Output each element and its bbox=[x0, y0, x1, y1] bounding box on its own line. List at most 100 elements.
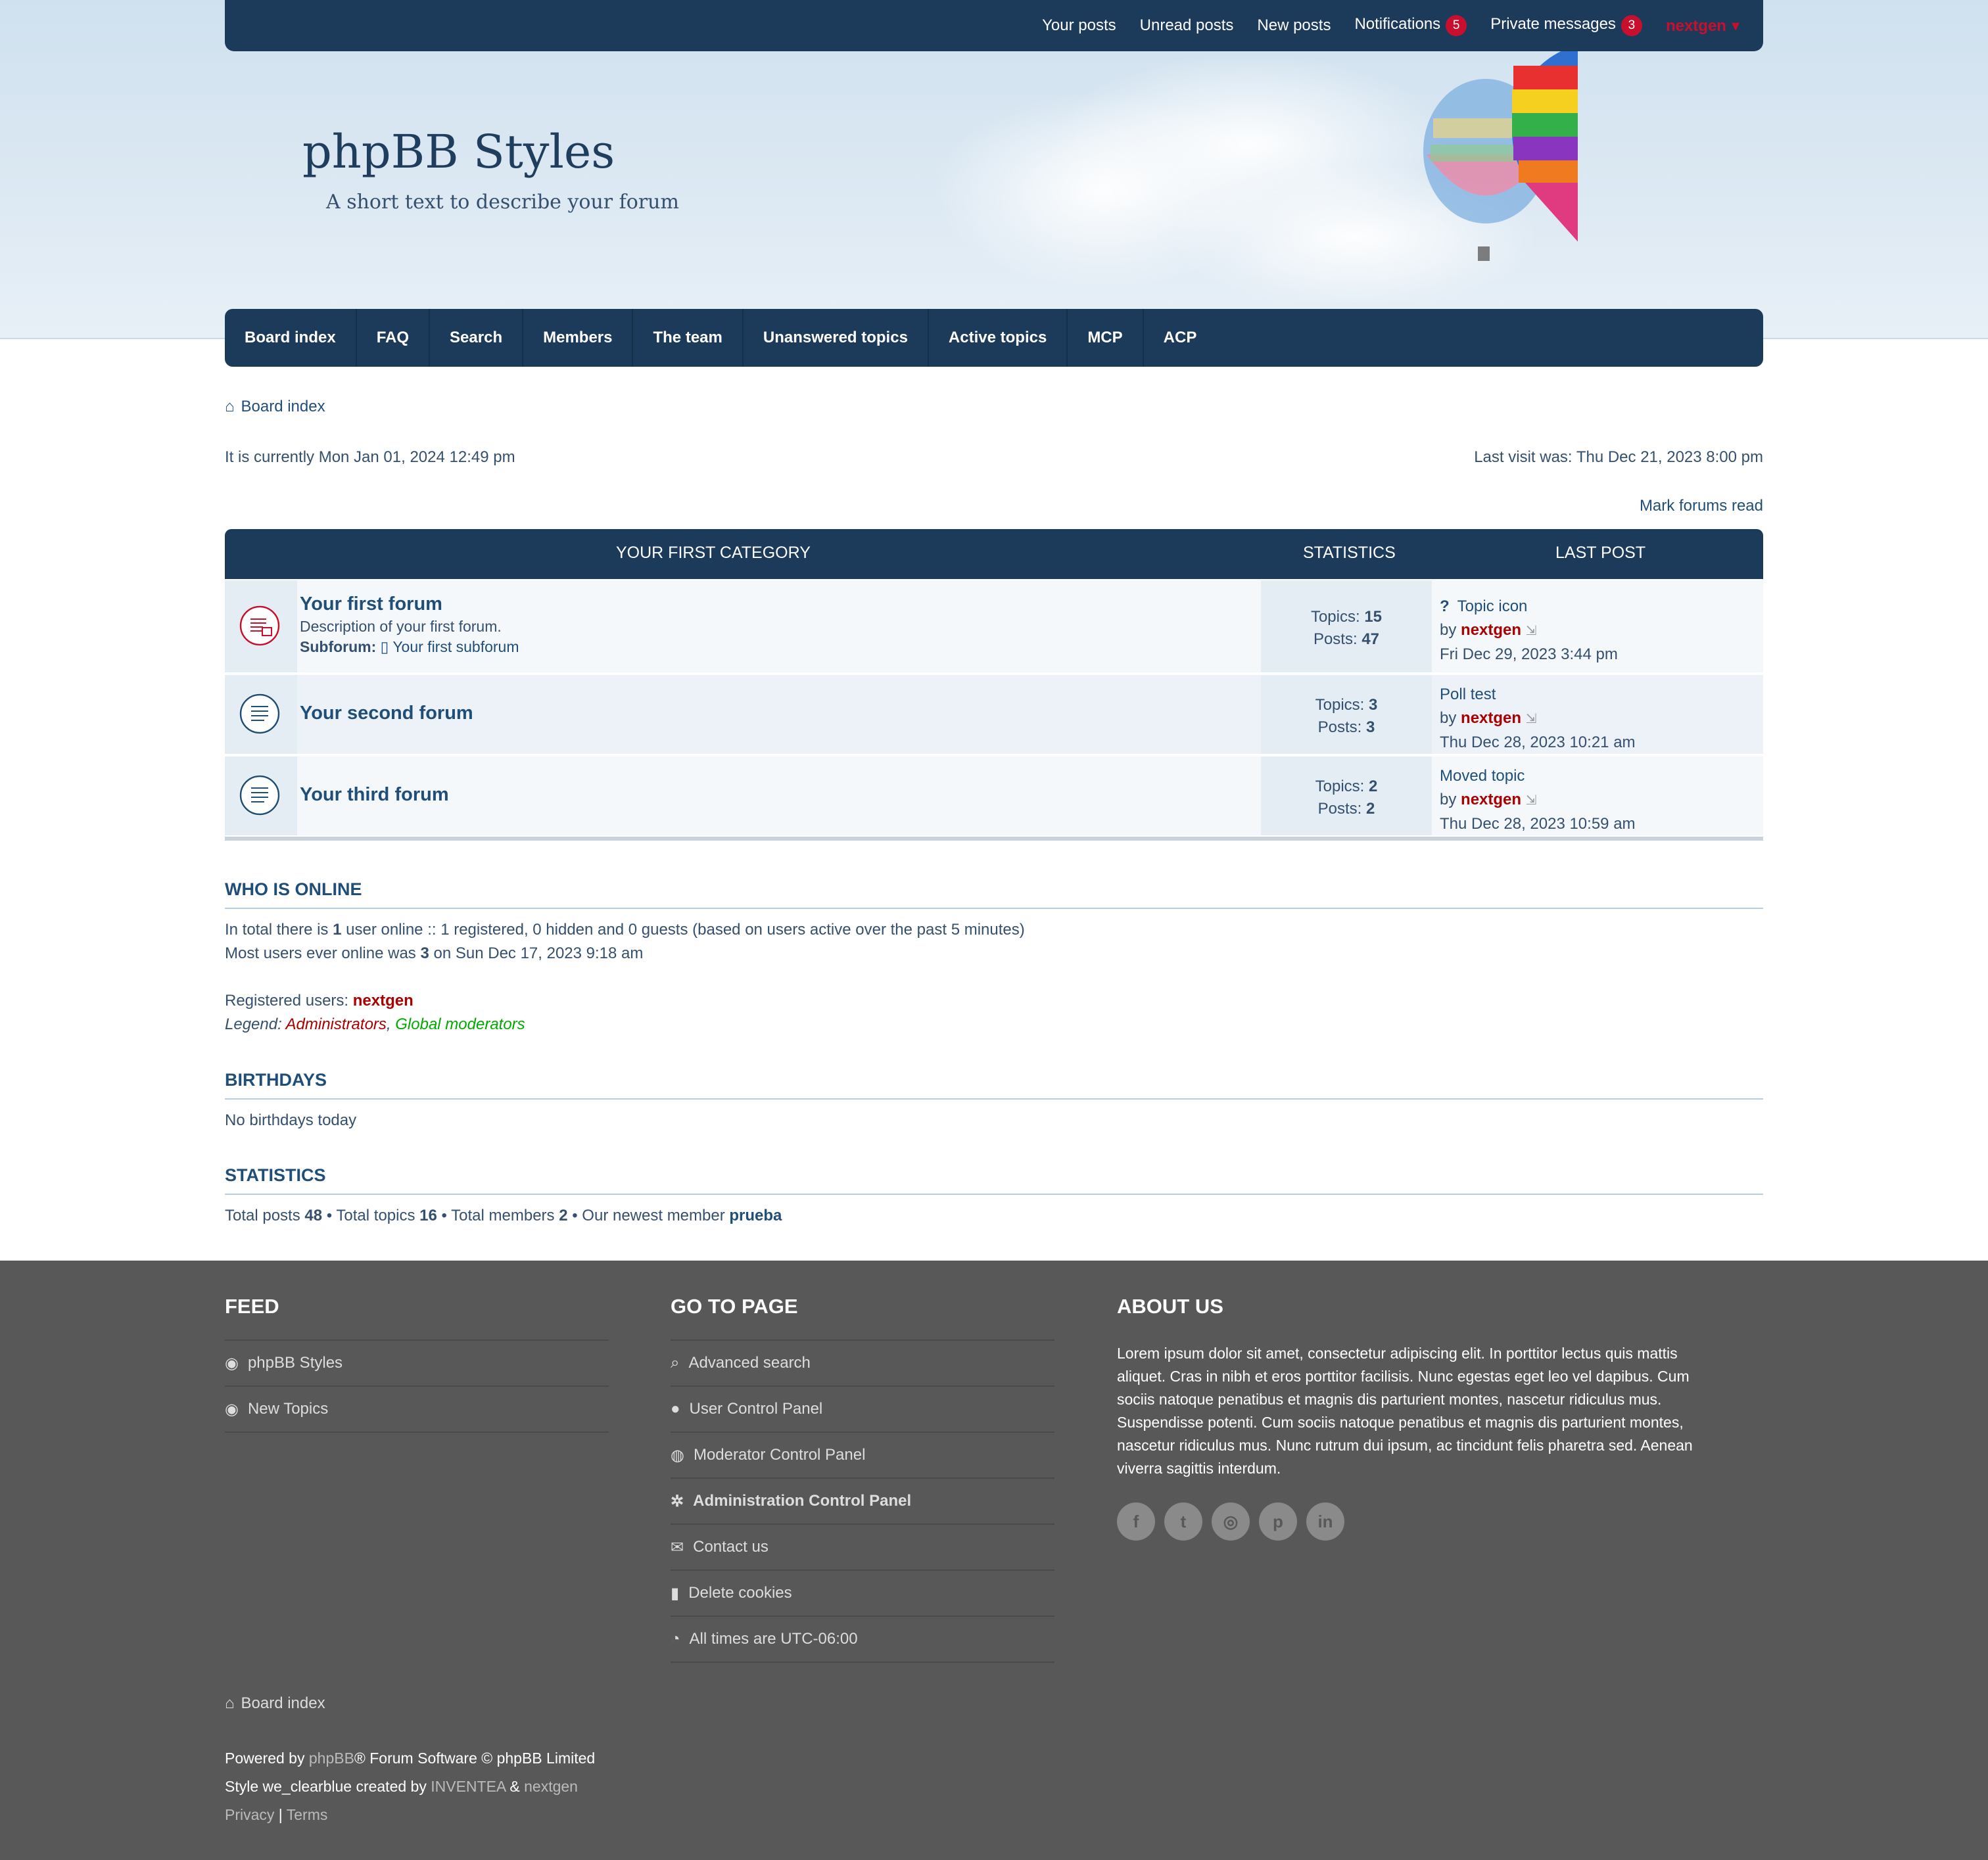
feed-item-label: phpBB Styles bbox=[247, 1354, 343, 1372]
stat-text: Total posts bbox=[225, 1207, 305, 1224]
breadcrumb-board-index[interactable]: Board index bbox=[241, 398, 325, 416]
feed-item[interactable]: ◉ New Topics bbox=[225, 1385, 609, 1433]
registered-user-link[interactable]: nextgen bbox=[353, 992, 414, 1010]
file-icon: ▯ bbox=[380, 638, 389, 655]
your-posts-link[interactable]: Your posts bbox=[1042, 16, 1116, 35]
goto-label: Delete cookies bbox=[688, 1584, 792, 1602]
nav-board-index[interactable]: Board index bbox=[225, 309, 357, 367]
header-balloon-image bbox=[934, 45, 1578, 302]
goto-label: Moderator Control Panel bbox=[693, 1446, 866, 1464]
last-post-title[interactable]: Poll test bbox=[1440, 683, 1755, 707]
footer-board-index-link[interactable]: Board index bbox=[241, 1694, 325, 1713]
chevron-down-icon: ▾ bbox=[1731, 16, 1740, 35]
forum-unread-icon bbox=[239, 605, 280, 646]
user-menu[interactable]: nextgen ▾ bbox=[1666, 16, 1740, 35]
feed-item[interactable]: ◉ phpBB Styles bbox=[225, 1339, 609, 1385]
forum-row: Your first forum Description of your fir… bbox=[225, 580, 1763, 672]
new-posts-link[interactable]: New posts bbox=[1257, 16, 1331, 35]
stat-text: • Total members bbox=[437, 1207, 559, 1224]
last-post: ? Topic icon by nextgen ⇲ Fri Dec 29, 202… bbox=[1440, 580, 1755, 672]
last-post-title[interactable]: Moved topic bbox=[1440, 764, 1755, 788]
phpbb-link[interactable]: phpBB bbox=[309, 1750, 354, 1767]
legend-separator: , bbox=[386, 1015, 396, 1033]
nav-search[interactable]: Search bbox=[430, 309, 524, 367]
record-text: on Sun Dec 17, 2023 9:18 am bbox=[429, 944, 644, 962]
privacy-link[interactable]: Privacy bbox=[225, 1806, 274, 1823]
by-label: by bbox=[1440, 791, 1457, 808]
view-latest-post-icon[interactable]: ⇲ bbox=[1526, 793, 1537, 808]
topics-count: 2 bbox=[1369, 778, 1378, 795]
feed-item-label: New Topics bbox=[247, 1400, 329, 1418]
goto-user-control-panel[interactable]: ● User Control Panel bbox=[671, 1385, 1054, 1431]
last-post-title[interactable]: Topic icon bbox=[1457, 597, 1528, 615]
goto-administration-control-panel[interactable]: ✲ Administration Control Panel bbox=[671, 1477, 1054, 1523]
legend-administrators[interactable]: Administrators bbox=[286, 1015, 387, 1033]
topics-label: Topics: bbox=[1315, 778, 1365, 795]
posts-count: 2 bbox=[1366, 800, 1375, 818]
view-latest-post-icon[interactable]: ⇲ bbox=[1526, 712, 1537, 726]
goto-delete-cookies[interactable]: ▮ Delete cookies bbox=[671, 1569, 1054, 1616]
birthdays: BIRTHDAYS No birthdays today bbox=[225, 1070, 1763, 1132]
who-is-online-heading[interactable]: WHO IS ONLINE bbox=[225, 879, 1763, 909]
private-messages-link[interactable]: Private messages 3 bbox=[1490, 15, 1642, 36]
online-text: user online :: 1 registered, 0 hidden an… bbox=[341, 921, 1025, 939]
last-post-user[interactable]: nextgen bbox=[1461, 791, 1521, 808]
goto-heading: GO TO PAGE bbox=[671, 1295, 798, 1318]
last-post: Poll test by nextgen ⇲ Thu Dec 28, 2023 … bbox=[1440, 675, 1755, 754]
last-post-user[interactable]: nextgen bbox=[1461, 709, 1521, 727]
last-post-user[interactable]: nextgen bbox=[1461, 621, 1521, 639]
instagram-icon[interactable]: ◎ bbox=[1212, 1502, 1250, 1541]
category-title[interactable]: YOUR FIRST CATEGORY bbox=[616, 544, 811, 563]
forum-stats: Topics: 3 Posts: 3 bbox=[1261, 675, 1432, 754]
powered-by-text: Powered by bbox=[225, 1750, 309, 1767]
powered-by-text: ® Forum Software © phpBB Limited bbox=[354, 1750, 596, 1767]
nav-the-team[interactable]: The team bbox=[633, 309, 744, 367]
gear-icon: ✲ bbox=[671, 1492, 684, 1510]
goto-advanced-search[interactable]: ⌕ Advanced search bbox=[671, 1339, 1054, 1385]
statistics-column-header: STATISTICS bbox=[1303, 544, 1396, 562]
linkedin-icon[interactable]: in bbox=[1306, 1502, 1344, 1541]
mark-forums-read-link[interactable]: Mark forums read bbox=[1640, 497, 1763, 515]
newest-member-link[interactable]: prueba bbox=[729, 1207, 782, 1224]
unread-posts-link[interactable]: Unread posts bbox=[1140, 16, 1234, 35]
forum-read-icon bbox=[239, 775, 280, 816]
goto-moderator-control-panel[interactable]: ◍ Moderator Control Panel bbox=[671, 1431, 1054, 1477]
notifications-link[interactable]: Notifications 5 bbox=[1354, 15, 1467, 36]
nav-mcp[interactable]: MCP bbox=[1068, 309, 1144, 367]
subforum-label: Subforum: bbox=[300, 638, 377, 655]
record-text: Most users ever online was bbox=[225, 944, 421, 962]
twitter-icon[interactable]: t bbox=[1164, 1502, 1202, 1541]
feed-heading: FEED bbox=[225, 1295, 279, 1318]
nav-unanswered-topics[interactable]: Unanswered topics bbox=[744, 309, 929, 367]
posts-label: Posts: bbox=[1313, 630, 1358, 648]
time-info: It is currently Mon Jan 01, 2024 12:49 p… bbox=[225, 448, 1763, 467]
online-text: In total there is bbox=[225, 921, 333, 939]
inventea-link[interactable]: INVENTEA bbox=[431, 1778, 506, 1795]
terms-link[interactable]: Terms bbox=[287, 1806, 328, 1823]
posts-label: Posts: bbox=[1317, 800, 1362, 818]
forum-icon-cell bbox=[225, 675, 297, 754]
facebook-icon[interactable]: f bbox=[1117, 1502, 1155, 1541]
statistics-heading: STATISTICS bbox=[225, 1165, 1763, 1195]
legend-global-moderators[interactable]: Global moderators bbox=[395, 1015, 525, 1033]
online-summary: In total there is 1 user online :: 1 reg… bbox=[225, 918, 1763, 942]
view-latest-post-icon[interactable]: ⇲ bbox=[1526, 624, 1537, 638]
pinterest-icon[interactable]: p bbox=[1259, 1502, 1297, 1541]
last-post-date: Thu Dec 28, 2023 10:59 am bbox=[1440, 815, 1636, 833]
nav-active-topics[interactable]: Active topics bbox=[929, 309, 1068, 367]
topics-count: 3 bbox=[1369, 696, 1378, 714]
notifications-label: Notifications bbox=[1354, 15, 1441, 33]
site-title[interactable]: phpBB Styles bbox=[302, 125, 615, 179]
current-time: It is currently Mon Jan 01, 2024 12:49 p… bbox=[225, 448, 515, 466]
footer-breadcrumb: ⌂ Board index bbox=[225, 1694, 325, 1713]
nav-faq[interactable]: FAQ bbox=[357, 309, 431, 367]
pm-badge: 3 bbox=[1621, 15, 1642, 36]
who-is-online: WHO IS ONLINE In total there is 1 user o… bbox=[225, 879, 1763, 1036]
nav-acp[interactable]: ACP bbox=[1144, 309, 1217, 367]
goto-contact-us[interactable]: ✉ Contact us bbox=[671, 1523, 1054, 1569]
nav-members[interactable]: Members bbox=[523, 309, 634, 367]
rss-icon: ◉ bbox=[225, 1354, 239, 1372]
nextgen-link[interactable]: nextgen bbox=[524, 1778, 578, 1795]
last-post-date: Thu Dec 28, 2023 10:21 am bbox=[1440, 733, 1636, 751]
subforum-link[interactable]: Your first subforum bbox=[392, 638, 519, 655]
